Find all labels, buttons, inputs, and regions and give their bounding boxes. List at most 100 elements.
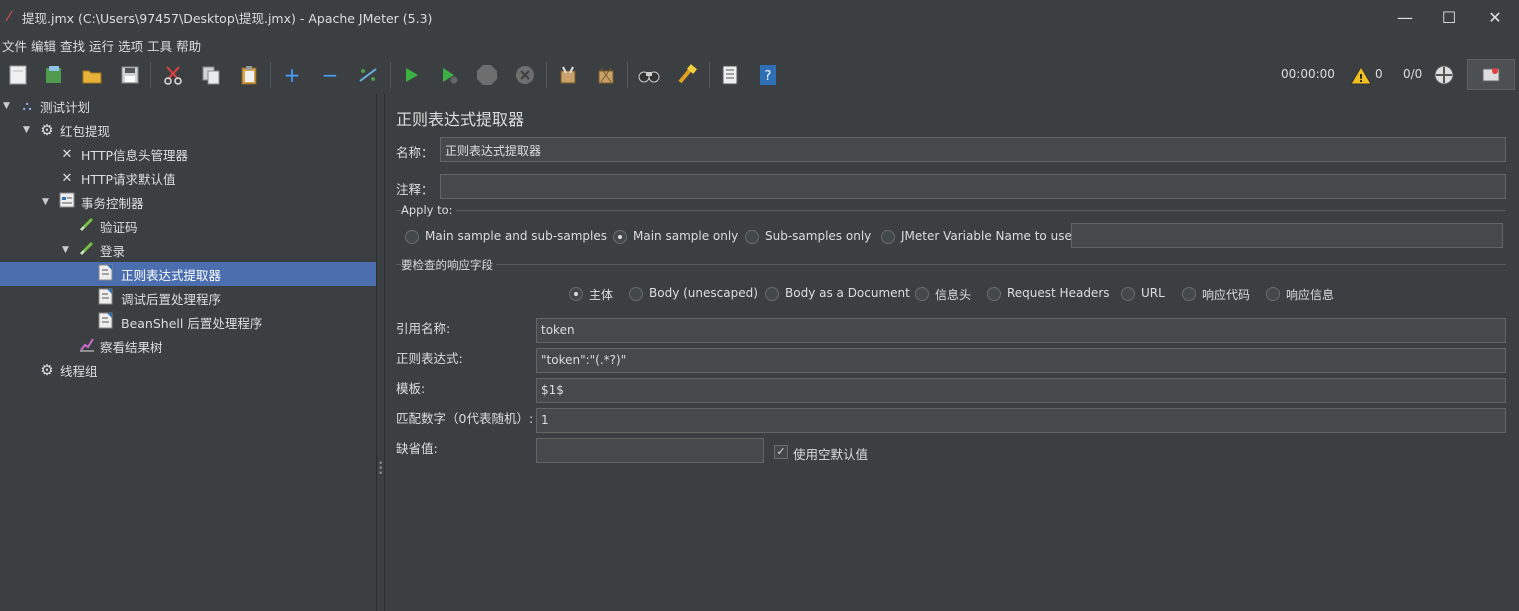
toggle-icon[interactable]: [356, 62, 380, 88]
stop-icon[interactable]: [475, 62, 499, 88]
tree-node-transaction-controller[interactable]: ▼ 事务控制器: [0, 190, 376, 214]
save-icon[interactable]: [118, 62, 142, 88]
name-field[interactable]: 正则表达式提取器: [440, 137, 1506, 162]
remote-engines-icon[interactable]: [1432, 62, 1456, 88]
tree-node-captcha[interactable]: 验证码: [0, 214, 376, 238]
collapse-icon[interactable]: −: [318, 62, 342, 88]
use-empty-default-checkbox[interactable]: ✓: [774, 445, 788, 459]
regex-field[interactable]: "token":"(.*?)": [536, 348, 1506, 373]
radio-response-message[interactable]: [1266, 287, 1280, 301]
tree-node-beanshell-postprocessor[interactable]: BeanShell 后置处理程序: [0, 310, 376, 334]
tree-node-http-defaults[interactable]: ✕ HTTP请求默认值: [0, 166, 376, 190]
radio-body-as-document-label[interactable]: Body as a Document: [785, 286, 910, 300]
radio-request-headers[interactable]: [987, 287, 1001, 301]
ref-name-field[interactable]: token: [536, 318, 1506, 343]
tree-node-thread-group-2[interactable]: ⚙ 线程组: [0, 358, 376, 382]
open-icon[interactable]: [80, 62, 104, 88]
copy-icon[interactable]: [199, 62, 223, 88]
clear-all-icon[interactable]: [594, 62, 618, 88]
template-label: 模板:: [396, 381, 426, 396]
log-viewer-icon[interactable]: [1467, 59, 1515, 90]
divider-grip-icon[interactable]: • • •: [378, 460, 383, 480]
radio-headers[interactable]: [915, 287, 929, 301]
menu-edit[interactable]: 编辑: [31, 36, 60, 55]
menu-file[interactable]: 文件: [2, 36, 31, 55]
expand-arrow-icon[interactable]: ▼: [3, 101, 10, 111]
radio-url[interactable]: [1121, 287, 1135, 301]
expand-arrow-icon[interactable]: ▼: [23, 125, 30, 135]
jmeter-var-name-field[interactable]: [1071, 223, 1503, 248]
expand-arrow-icon[interactable]: ▼: [62, 245, 69, 255]
radio-body-unescaped-label[interactable]: Body (unescaped): [649, 286, 758, 300]
help-icon[interactable]: ?: [756, 62, 780, 88]
tree-node-view-results-tree[interactable]: 察看结果树: [0, 334, 376, 358]
radio-body-unescaped[interactable]: [629, 287, 643, 301]
match-no-label: 匹配数字（0代表随机）:: [396, 411, 534, 426]
tree-node-debug-postprocessor[interactable]: 调试后置处理程序: [0, 286, 376, 310]
maximize-button[interactable]: ☐: [1426, 0, 1472, 34]
radio-body[interactable]: [569, 287, 583, 301]
use-empty-default-label[interactable]: 使用空默认值: [793, 444, 868, 463]
paste-icon[interactable]: [237, 62, 261, 88]
config-tool-icon: ✕: [61, 170, 73, 186]
radio-headers-label[interactable]: 信息头: [935, 286, 971, 303]
menu-bar: 文件 编辑 查找 运行 选项 工具 帮助: [0, 34, 1519, 56]
radio-response-code[interactable]: [1182, 287, 1196, 301]
reset-search-icon[interactable]: [675, 62, 699, 88]
start-icon[interactable]: [399, 62, 423, 88]
clear-icon[interactable]: [556, 62, 580, 88]
radio-main-only[interactable]: [613, 230, 627, 244]
tree-node-thread-group[interactable]: ▼ ⚙ 红包提现: [0, 118, 376, 142]
radio-main-only-label[interactable]: Main sample only: [633, 229, 738, 243]
regex-label: 正则表达式:: [396, 351, 463, 366]
shutdown-icon[interactable]: [513, 62, 537, 88]
new-icon[interactable]: [6, 62, 30, 88]
radio-main-and-sub[interactable]: [405, 230, 419, 244]
radio-response-code-label[interactable]: 响应代码: [1202, 286, 1250, 303]
radio-main-and-sub-label[interactable]: Main sample and sub-samples: [425, 229, 607, 243]
radio-body-label[interactable]: 主体: [589, 286, 613, 303]
radio-body-as-document[interactable]: [765, 287, 779, 301]
start-no-pause-icon[interactable]: [437, 62, 461, 88]
close-button[interactable]: ✕: [1472, 0, 1518, 34]
tree-node-test-plan[interactable]: ▼ ⛬ 测试计划: [0, 94, 376, 118]
menu-run[interactable]: 运行: [89, 36, 118, 55]
page-title: 正则表达式提取器: [396, 110, 525, 129]
expand-arrow-icon[interactable]: ▼: [42, 197, 49, 207]
radio-jmeter-var[interactable]: [881, 230, 895, 244]
radio-sub-only-label[interactable]: Sub-samples only: [765, 229, 871, 243]
radio-jmeter-var-label[interactable]: JMeter Variable Name to use: [901, 229, 1072, 243]
radio-url-label[interactable]: URL: [1141, 286, 1165, 300]
warning-icon[interactable]: !: [1349, 62, 1373, 88]
comment-field[interactable]: [440, 174, 1506, 199]
cut-icon[interactable]: [161, 62, 185, 88]
radio-response-message-label[interactable]: 响应信息: [1286, 286, 1334, 303]
sampler-icon: [78, 216, 96, 236]
default-value-field[interactable]: [536, 438, 764, 463]
tree-node-login[interactable]: ▼ 登录: [0, 238, 376, 262]
tree-node-label: 红包提现: [60, 123, 111, 139]
menu-help[interactable]: 帮助: [176, 36, 205, 55]
radio-request-headers-label[interactable]: Request Headers: [1007, 286, 1110, 300]
function-helper-icon[interactable]: [718, 62, 742, 88]
default-value-label: 缺省值:: [396, 441, 438, 456]
radio-sub-only[interactable]: [745, 230, 759, 244]
tree-node-header-manager[interactable]: ✕ HTTP信息头管理器: [0, 142, 376, 166]
minimize-button[interactable]: —: [1382, 0, 1428, 34]
expand-icon[interactable]: +: [280, 62, 304, 88]
section-divider: [396, 210, 1506, 211]
menu-search[interactable]: 查找: [60, 36, 89, 55]
split-pane-divider[interactable]: [376, 94, 385, 611]
match-no-field[interactable]: 1: [536, 408, 1506, 433]
template-field[interactable]: $1$: [536, 378, 1506, 403]
search-icon[interactable]: [637, 62, 661, 88]
templates-icon[interactable]: [42, 62, 66, 88]
comment-label: 注释：: [396, 182, 434, 197]
controller-icon: [58, 192, 76, 212]
toolbar-separator: [390, 62, 391, 88]
ref-name-label: 引用名称:: [396, 321, 451, 336]
menu-options[interactable]: 选项: [118, 36, 147, 55]
tree-node-label: 测试计划: [40, 99, 91, 115]
tree-node-regex-extractor[interactable]: 正则表达式提取器: [0, 262, 376, 286]
menu-tools[interactable]: 工具: [147, 36, 176, 55]
